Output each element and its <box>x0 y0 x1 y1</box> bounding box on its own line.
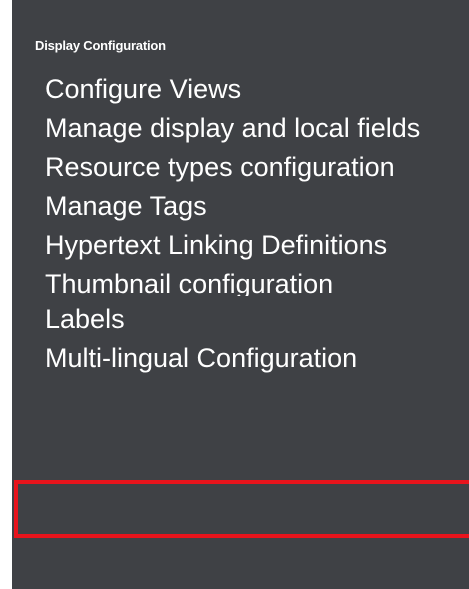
display-configuration-menu: Display Configuration Configure Views Ma… <box>12 0 469 589</box>
section-title: Display Configuration <box>35 38 166 53</box>
menu-item-hypertext-linking-definitions[interactable]: Hypertext Linking Definitions <box>45 228 465 263</box>
menu-item-manage-display-and-local-fields[interactable]: Manage display and local fields <box>45 111 465 146</box>
menu-item-multi-lingual-configuration[interactable]: Multi-lingual Configuration <box>45 341 465 376</box>
menu-item-labels[interactable]: Labels <box>45 302 465 337</box>
menu-item-thumbnail-configuration[interactable]: Thumbnail configuration <box>45 267 465 296</box>
menu-item-configure-views[interactable]: Configure Views <box>45 72 465 107</box>
menu-item-resource-types-configuration[interactable]: Resource types configuration <box>45 150 465 185</box>
menu-list: Configure Views Manage display and local… <box>45 72 465 380</box>
menu-item-manage-tags[interactable]: Manage Tags <box>45 189 465 224</box>
